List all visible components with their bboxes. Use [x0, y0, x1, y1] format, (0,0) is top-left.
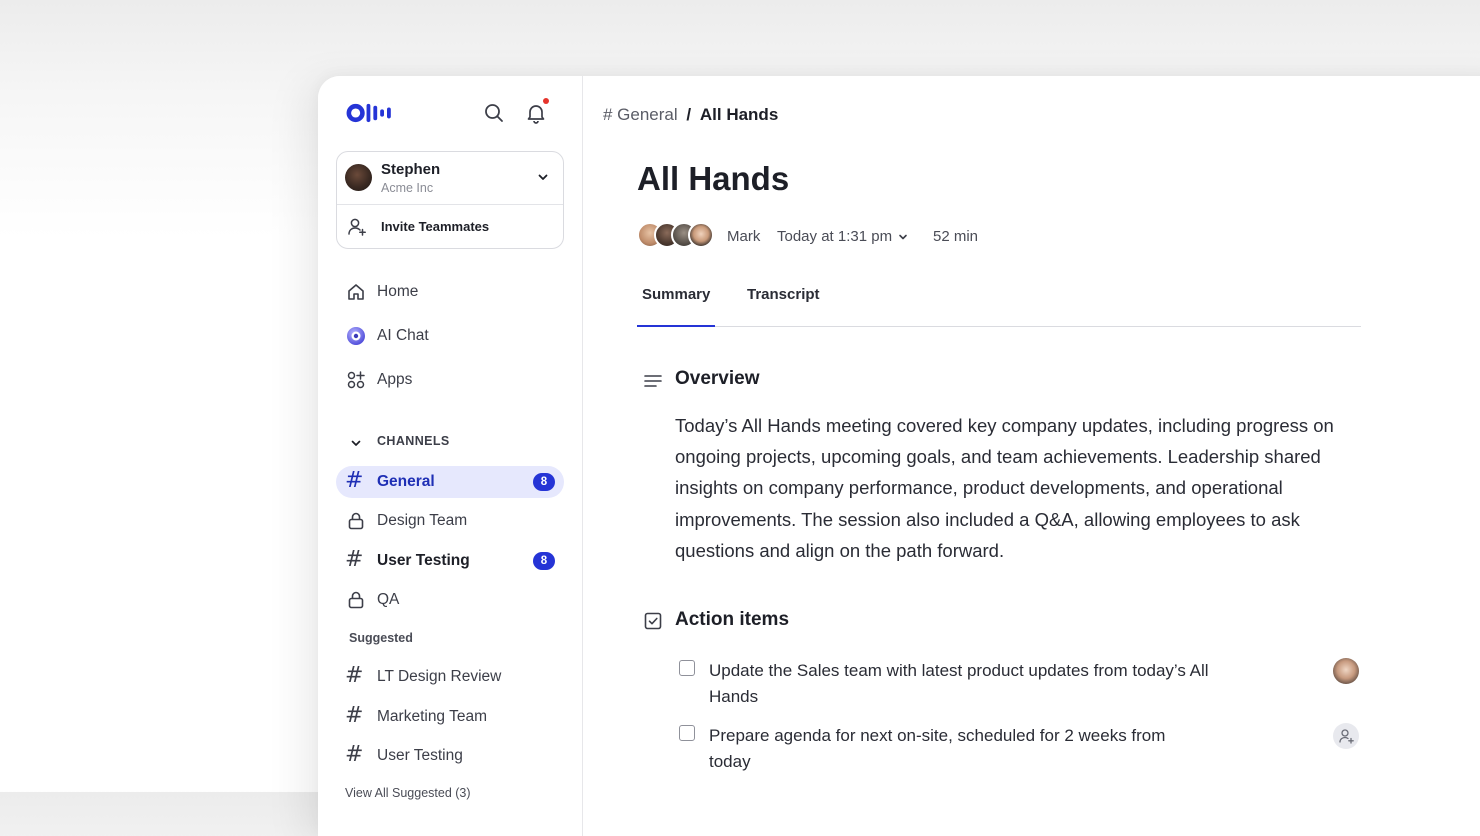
- avatar[interactable]: [688, 222, 714, 248]
- channel-label: General: [377, 473, 435, 490]
- action-item: Prepare agenda for next on-site, schedul…: [679, 723, 1359, 777]
- invite-label: Invite Teammates: [381, 219, 490, 234]
- channel-item-general[interactable]: # General 8: [336, 466, 564, 498]
- action-item-checkbox[interactable]: [679, 725, 695, 741]
- hash-icon: #: [345, 663, 364, 688]
- chevron-down-icon: [899, 234, 907, 240]
- lock-icon: [348, 512, 364, 530]
- search-icon[interactable]: [483, 102, 505, 124]
- channel-label: LT Design Review: [377, 668, 502, 685]
- meeting-meta: Mark Today at 1:31 pm 52 min: [637, 221, 1037, 251]
- tab-transcript[interactable]: Transcript: [747, 286, 820, 326]
- bell-icon[interactable]: [525, 102, 547, 124]
- unread-badge: 8: [533, 473, 555, 491]
- breadcrumb-channel-link[interactable]: # General: [603, 105, 678, 124]
- overview-text: Today’s All Hands meeting covered key co…: [675, 415, 1334, 561]
- account-org: Acme Inc: [381, 181, 434, 195]
- hash-icon: #: [345, 468, 364, 493]
- breadcrumb-separator: /: [686, 105, 692, 124]
- action-items-heading: Action items: [675, 609, 790, 630]
- sidebar: Stephen Acme Inc Invite Teammates Home A…: [318, 76, 583, 836]
- account-name: Stephen: [381, 161, 441, 178]
- nav-label: Home: [377, 283, 419, 300]
- checkbox-checked-icon: [644, 612, 662, 630]
- channel-item-design-team[interactable]: Design Team: [336, 505, 564, 537]
- nav-item-home[interactable]: Home: [336, 276, 564, 308]
- meeting-owner: Mark: [727, 228, 761, 245]
- view-all-suggested-link[interactable]: View All Suggested (3): [345, 786, 471, 800]
- invite-teammates-button[interactable]: Invite Teammates: [337, 205, 563, 248]
- suggested-item-marketing-team[interactable]: # Marketing Team: [336, 701, 564, 733]
- channel-label: Marketing Team: [377, 708, 487, 725]
- channels-heading: CHANNELS: [377, 434, 450, 448]
- channel-label: QA: [377, 591, 400, 608]
- hash-icon: #: [345, 547, 364, 572]
- meeting-date-dropdown[interactable]: Today at 1:31 pm: [777, 228, 908, 245]
- ai-chat-icon: [347, 327, 365, 345]
- meeting-duration: 52 min: [933, 228, 979, 245]
- overview-heading: Overview: [675, 368, 760, 389]
- channel-item-qa[interactable]: QA: [336, 584, 564, 616]
- apps-icon: [347, 371, 365, 389]
- nav-item-ai-chat[interactable]: AI Chat: [336, 320, 564, 352]
- lock-icon: [348, 591, 364, 609]
- nav-item-apps[interactable]: Apps: [336, 364, 564, 396]
- notification-dot: [543, 98, 549, 104]
- breadcrumb: # General / All Hands: [603, 105, 778, 125]
- suggested-heading: Suggested: [349, 631, 413, 645]
- meeting-date: Today at 1:31 pm: [777, 228, 893, 245]
- tab-summary[interactable]: Summary: [637, 286, 716, 327]
- avatar: [345, 164, 372, 191]
- page-title: All Hands: [637, 160, 790, 197]
- channel-item-user-testing[interactable]: # User Testing 8: [336, 545, 564, 577]
- hash-icon: #: [345, 742, 364, 767]
- chevron-down-icon: [351, 440, 361, 446]
- overview-icon: [644, 375, 662, 387]
- assign-user-icon[interactable]: [1333, 723, 1359, 749]
- account-switcher[interactable]: Stephen Acme Inc: [337, 152, 563, 204]
- nav-label: AI Chat: [377, 327, 429, 344]
- suggested-item-user-testing[interactable]: # User Testing: [336, 740, 564, 772]
- action-item-checkbox[interactable]: [679, 660, 695, 676]
- app-window: Stephen Acme Inc Invite Teammates Home A…: [318, 76, 1480, 836]
- otter-logo-icon[interactable]: [344, 103, 400, 123]
- hash-icon: #: [345, 703, 364, 728]
- assignee-avatar[interactable]: [1333, 658, 1359, 684]
- suggested-item-lt-design-review[interactable]: # LT Design Review: [336, 661, 564, 693]
- account-card: Stephen Acme Inc Invite Teammates: [336, 151, 564, 249]
- channel-label: User Testing: [377, 747, 463, 764]
- tab-bar: Summary Transcript: [637, 282, 1361, 327]
- unread-badge: 8: [533, 552, 555, 570]
- add-user-icon: [348, 218, 366, 236]
- action-item-text: Update the Sales team with latest produc…: [709, 661, 1209, 706]
- action-item-text: Prepare agenda for next on-site, schedul…: [709, 726, 1166, 771]
- main-content: # General / All Hands All Hands Mark Tod…: [583, 76, 1480, 836]
- nav-label: Apps: [377, 371, 413, 388]
- action-item: Update the Sales team with latest produc…: [679, 658, 1359, 712]
- channel-label: Design Team: [377, 512, 468, 529]
- channel-label: User Testing: [377, 552, 470, 569]
- chevron-down-icon: [538, 174, 548, 180]
- breadcrumb-current: All Hands: [699, 105, 779, 124]
- home-icon: [348, 284, 364, 300]
